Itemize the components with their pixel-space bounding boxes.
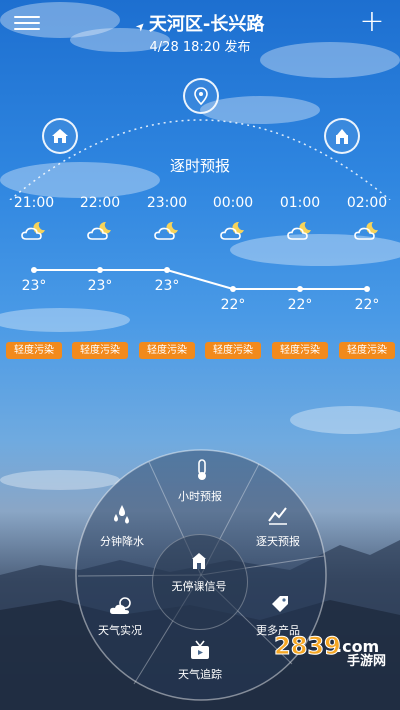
hour-temperature: 22°	[354, 297, 380, 313]
thermometer-icon	[190, 458, 214, 482]
hour-temperature: 23°	[154, 278, 180, 294]
partly-cloudy-icon	[108, 594, 132, 618]
school-icon	[189, 551, 209, 571]
temperature-point	[31, 267, 37, 273]
aqi-badge[interactable]: 轻度污染	[272, 342, 328, 359]
wheel-item-hourly[interactable]: 小时预报	[160, 488, 240, 504]
wheel-item-daily[interactable]: 逐天预报	[238, 533, 318, 549]
watermark-text: 手游网	[346, 654, 386, 669]
temperature-point	[230, 286, 236, 292]
aqi-badge[interactable]: 轻度污染	[339, 342, 395, 359]
aqi-badge[interactable]: 轻度污染	[139, 342, 195, 359]
temperature-point	[364, 286, 370, 292]
center-label: 无停课信号	[171, 580, 227, 593]
hour-temperature: 23°	[87, 278, 113, 294]
hour-temperature: 22°	[287, 297, 313, 313]
tv-icon	[188, 640, 212, 664]
tag-icon	[268, 592, 292, 616]
svg-text:2839: 2839	[274, 632, 341, 660]
wheel-item-current[interactable]: 天气实况	[80, 622, 160, 638]
aqi-badge[interactable]: 轻度污染	[72, 342, 128, 359]
wheel-item-precip[interactable]: 分钟降水	[82, 533, 162, 549]
aqi-badge[interactable]: 轻度污染	[205, 342, 261, 359]
hour-temperature: 23°	[21, 278, 47, 294]
temperature-point	[297, 286, 303, 292]
raindrops-icon	[110, 503, 134, 527]
temperature-point	[164, 267, 170, 273]
aqi-badge[interactable]: 轻度污染	[6, 342, 62, 359]
trend-icon	[266, 503, 290, 527]
temperature-point	[97, 267, 103, 273]
wheel-item-tracking[interactable]: 天气追踪	[160, 666, 240, 682]
temperature-line	[31, 267, 370, 292]
hour-temperature: 22°	[220, 297, 246, 313]
